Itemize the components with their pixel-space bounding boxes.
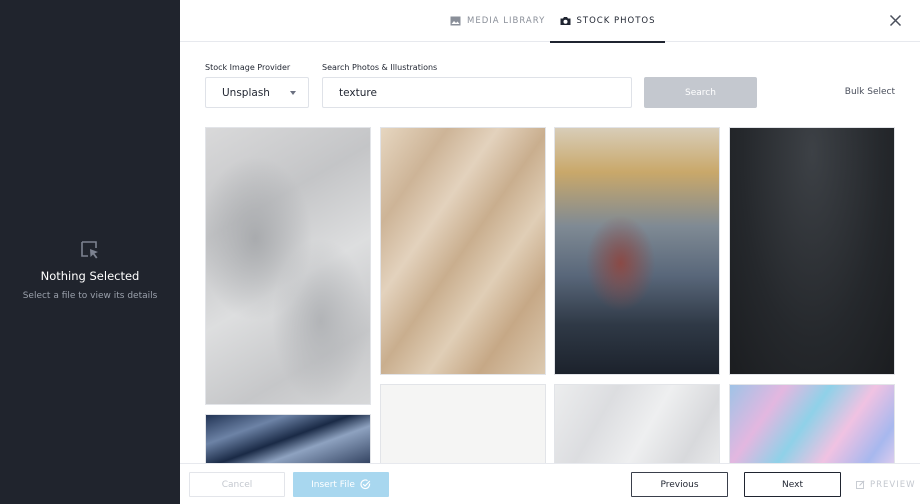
preview-button[interactable]: PREVIEW: [856, 472, 916, 497]
photo-grid: [205, 127, 895, 463]
insert-file-label: Insert File: [311, 479, 355, 490]
provider-select[interactable]: Unsplash: [205, 77, 309, 108]
bulk-select-link[interactable]: Bulk Select: [845, 87, 895, 97]
empty-state-subtitle: Select a file to view its details: [22, 291, 158, 301]
check-circle-icon: [360, 479, 371, 490]
tab-label: MEDIA LIBRARY: [467, 16, 546, 26]
search-input[interactable]: [322, 77, 632, 108]
photo-blue-ice[interactable]: [205, 414, 371, 463]
photo-grey-marble[interactable]: [205, 127, 371, 405]
photo-pastel-fluid[interactable]: [729, 384, 895, 463]
photo-frosted-glass[interactable]: [554, 127, 720, 375]
photo-crumpled-paper[interactable]: [380, 127, 546, 375]
caret-down-icon: [290, 91, 296, 95]
modal-footer: Cancel Insert File Previous Next PREVIEW: [180, 463, 920, 504]
main-panel: MEDIA LIBRARY STOCK PHOTOS Stock Image P…: [180, 0, 920, 504]
empty-state-title: Nothing Selected: [40, 269, 140, 283]
camera-icon: [560, 17, 570, 25]
close-icon[interactable]: [889, 14, 902, 27]
edit-icon: [856, 480, 865, 489]
cancel-button[interactable]: Cancel: [189, 472, 285, 497]
cursor-select-icon: [81, 241, 98, 259]
next-button[interactable]: Next: [744, 472, 841, 497]
tab-stock-photos[interactable]: STOCK PHOTOS: [550, 0, 665, 43]
image-icon: [450, 16, 461, 26]
provider-value: Unsplash: [222, 86, 270, 99]
provider-label: Stock Image Provider: [205, 63, 291, 72]
insert-file-button[interactable]: Insert File: [293, 472, 389, 497]
details-sidebar: Nothing Selected Select a file to view i…: [0, 0, 180, 504]
tab-bar: MEDIA LIBRARY STOCK PHOTOS: [180, 0, 920, 43]
photo-white-plaster[interactable]: [554, 384, 720, 463]
search-label: Search Photos & Illustrations: [322, 63, 438, 72]
photo-dark-gradient[interactable]: [729, 127, 895, 375]
previous-button[interactable]: Previous: [631, 472, 728, 497]
tab-label: STOCK PHOTOS: [576, 16, 656, 26]
search-button[interactable]: Search: [644, 77, 757, 108]
preview-label: PREVIEW: [870, 479, 916, 490]
photo-white-paper[interactable]: [380, 384, 546, 463]
tab-media-library[interactable]: MEDIA LIBRARY: [450, 0, 545, 42]
